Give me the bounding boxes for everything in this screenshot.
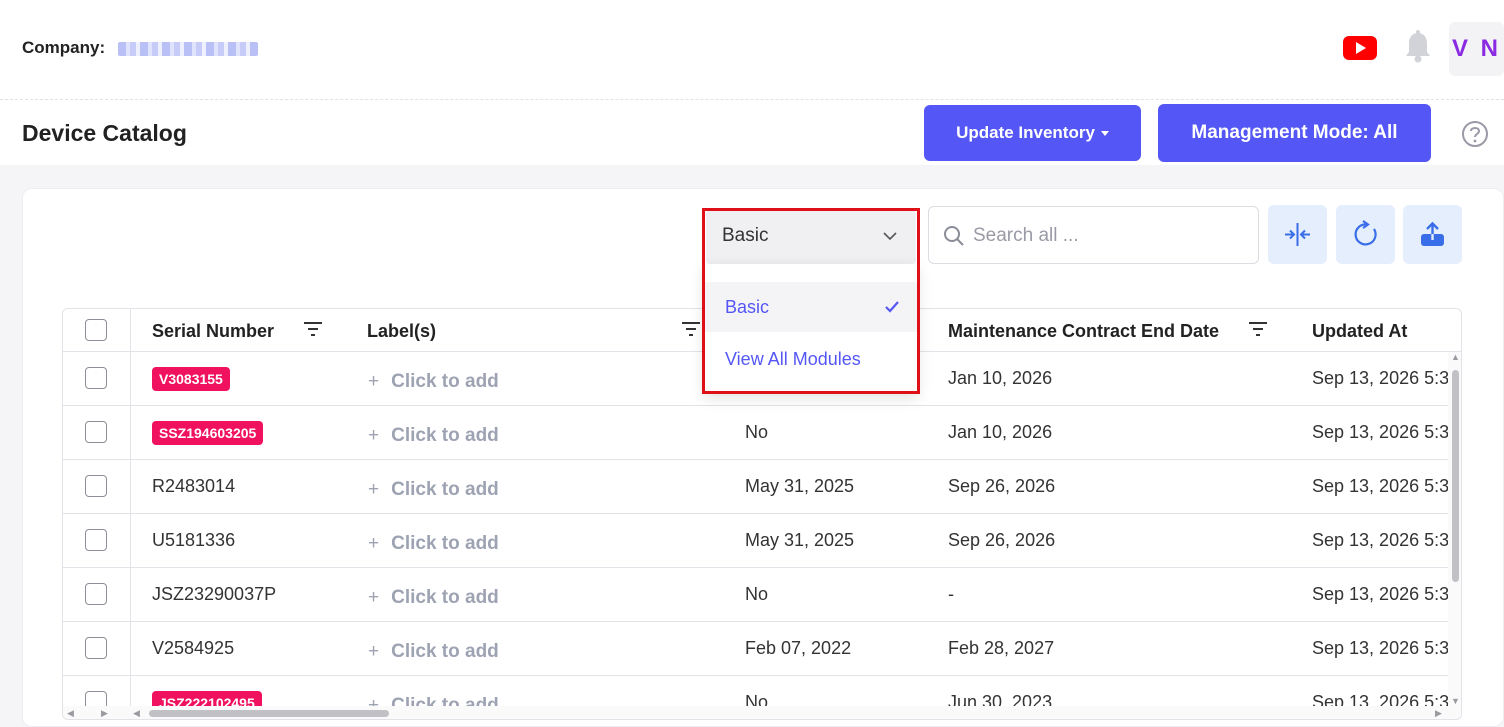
search-icon	[944, 226, 964, 246]
scroll-left-icon[interactable]: ◀	[67, 708, 74, 719]
title-bar: Device Catalog Update Inventory Manageme…	[0, 100, 1504, 165]
maintenance-date: Sep 26, 2026	[948, 530, 1056, 550]
column-header-maintenance[interactable]: Maintenance Contract End Date	[948, 321, 1219, 342]
vertical-scroll-thumb[interactable]	[1452, 370, 1459, 582]
update-inventory-label: Update Inventory	[956, 123, 1095, 142]
page-title: Device Catalog	[22, 120, 187, 146]
view-dropdown-menu: Basic View All Modules	[704, 264, 918, 394]
updated-at: Sep 13, 2026 5:3	[1312, 530, 1450, 550]
horizontal-scrollbar[interactable]: ◀ ▶ ◀ ▶	[63, 706, 1461, 719]
youtube-icon[interactable]	[1343, 36, 1377, 60]
add-label-button[interactable]: +Click to add	[368, 371, 499, 393]
maintenance-date: Jan 10, 2026	[948, 422, 1053, 442]
select-all-checkbox[interactable]	[85, 319, 107, 341]
add-label-button[interactable]: +Click to add	[368, 641, 499, 663]
help-icon[interactable]	[1461, 120, 1489, 148]
management-mode-button[interactable]: Management Mode: All	[1158, 104, 1431, 162]
search-input[interactable]: Search all ...	[973, 225, 1079, 247]
updated-at: Sep 13, 2026 5:3	[1312, 422, 1450, 442]
dropdown-option-view-all-modules[interactable]: View All Modules	[704, 334, 918, 384]
company-label: Company:	[22, 38, 106, 57]
column-header-serial[interactable]: Serial Number	[152, 321, 274, 342]
row-checkbox[interactable]	[85, 475, 107, 497]
contract-value: No	[745, 584, 769, 604]
search-field[interactable]: Search all ...	[928, 206, 1259, 264]
refresh-button[interactable]	[1336, 205, 1395, 264]
add-label-button[interactable]: +Click to add	[368, 425, 499, 447]
column-header-updated[interactable]: Updated At	[1312, 321, 1407, 342]
check-icon	[885, 301, 899, 313]
horizontal-scroll-thumb[interactable]	[149, 710, 389, 717]
add-label-button[interactable]: +Click to add	[368, 587, 499, 609]
maintenance-date: Feb 28, 2027	[948, 638, 1055, 658]
refresh-icon	[1354, 220, 1377, 246]
table-row[interactable]: U5181336 + Click to add May 31, 2025 Sep …	[63, 514, 1450, 568]
serial-badge[interactable]: V3083155	[152, 367, 230, 391]
row-checkbox[interactable]	[85, 421, 107, 443]
contract-value: Feb 07, 2022	[745, 638, 852, 658]
company-name-blurred	[117, 41, 258, 56]
collapse-columns-button[interactable]	[1268, 205, 1327, 264]
company-info: Company:	[22, 38, 258, 58]
contract-value: May 31, 2025	[745, 476, 855, 496]
row-checkbox[interactable]	[85, 367, 107, 389]
add-label-button[interactable]: +Click to add	[368, 479, 499, 501]
serial-number[interactable]: U5181336	[152, 530, 235, 551]
scroll-right-icon[interactable]: ▶	[101, 708, 108, 719]
upload-icon	[1421, 221, 1444, 246]
filter-icon[interactable]	[303, 321, 323, 337]
table-row[interactable]: V2584925 + Click to add Feb 07, 2022 Feb …	[63, 622, 1450, 676]
vertical-scrollbar[interactable]: ▲ ▼	[1448, 352, 1461, 706]
maintenance-date: Sep 26, 2026	[948, 476, 1056, 496]
updated-at: Sep 13, 2026 5:3	[1312, 638, 1450, 658]
serial-badge[interactable]: SSZ194603205	[152, 421, 264, 445]
row-checkbox[interactable]	[85, 583, 107, 605]
user-avatar[interactable]: V N	[1449, 22, 1504, 76]
serial-number[interactable]: JSZ23290037P	[152, 584, 276, 605]
table-row[interactable]: R2483014 + Click to add May 31, 2025 Sep …	[63, 460, 1450, 514]
updated-at: Sep 13, 2026 5:3	[1312, 368, 1450, 388]
caret-down-icon	[1100, 131, 1109, 137]
contract-value: No	[745, 422, 769, 442]
bell-icon[interactable]	[1403, 30, 1433, 64]
serial-number[interactable]: V2584925	[152, 638, 234, 659]
collapse-columns-icon	[1285, 223, 1310, 246]
serial-number[interactable]: R2483014	[152, 476, 235, 497]
row-checkbox[interactable]	[85, 637, 107, 659]
updated-at: Sep 13, 2026 5:3	[1312, 584, 1450, 604]
scroll-up-icon[interactable]: ▲	[1451, 352, 1460, 362]
maintenance-date: Jan 10, 2026	[948, 368, 1053, 388]
scroll-right-icon[interactable]: ▶	[1435, 708, 1442, 719]
maintenance-date: -	[948, 584, 954, 604]
chevron-down-icon	[883, 232, 897, 241]
scroll-left-icon[interactable]: ◀	[133, 708, 140, 719]
filter-icon[interactable]	[681, 321, 701, 337]
table-row[interactable]: JSZ23290037P + Click to add No - Sep 13, …	[63, 568, 1450, 622]
view-select[interactable]: Basic	[706, 210, 916, 264]
row-checkbox[interactable]	[85, 529, 107, 551]
contract-value: May 31, 2025	[745, 530, 855, 550]
table-row[interactable]: SSZ194603205 + Click to add No Jan 10, 20…	[63, 406, 1450, 460]
updated-at: Sep 13, 2026 5:3	[1312, 476, 1450, 496]
top-header: Company: V N	[0, 0, 1504, 100]
update-inventory-button[interactable]: Update Inventory	[924, 105, 1141, 161]
scroll-down-icon[interactable]: ▼	[1451, 696, 1460, 706]
add-label-button[interactable]: +Click to add	[368, 533, 499, 555]
dropdown-option-basic[interactable]: Basic	[704, 282, 918, 332]
column-header-labels[interactable]: Label(s)	[367, 321, 436, 342]
export-button[interactable]	[1403, 205, 1462, 264]
view-select-value: Basic	[722, 225, 769, 246]
filter-icon[interactable]	[1248, 321, 1268, 337]
